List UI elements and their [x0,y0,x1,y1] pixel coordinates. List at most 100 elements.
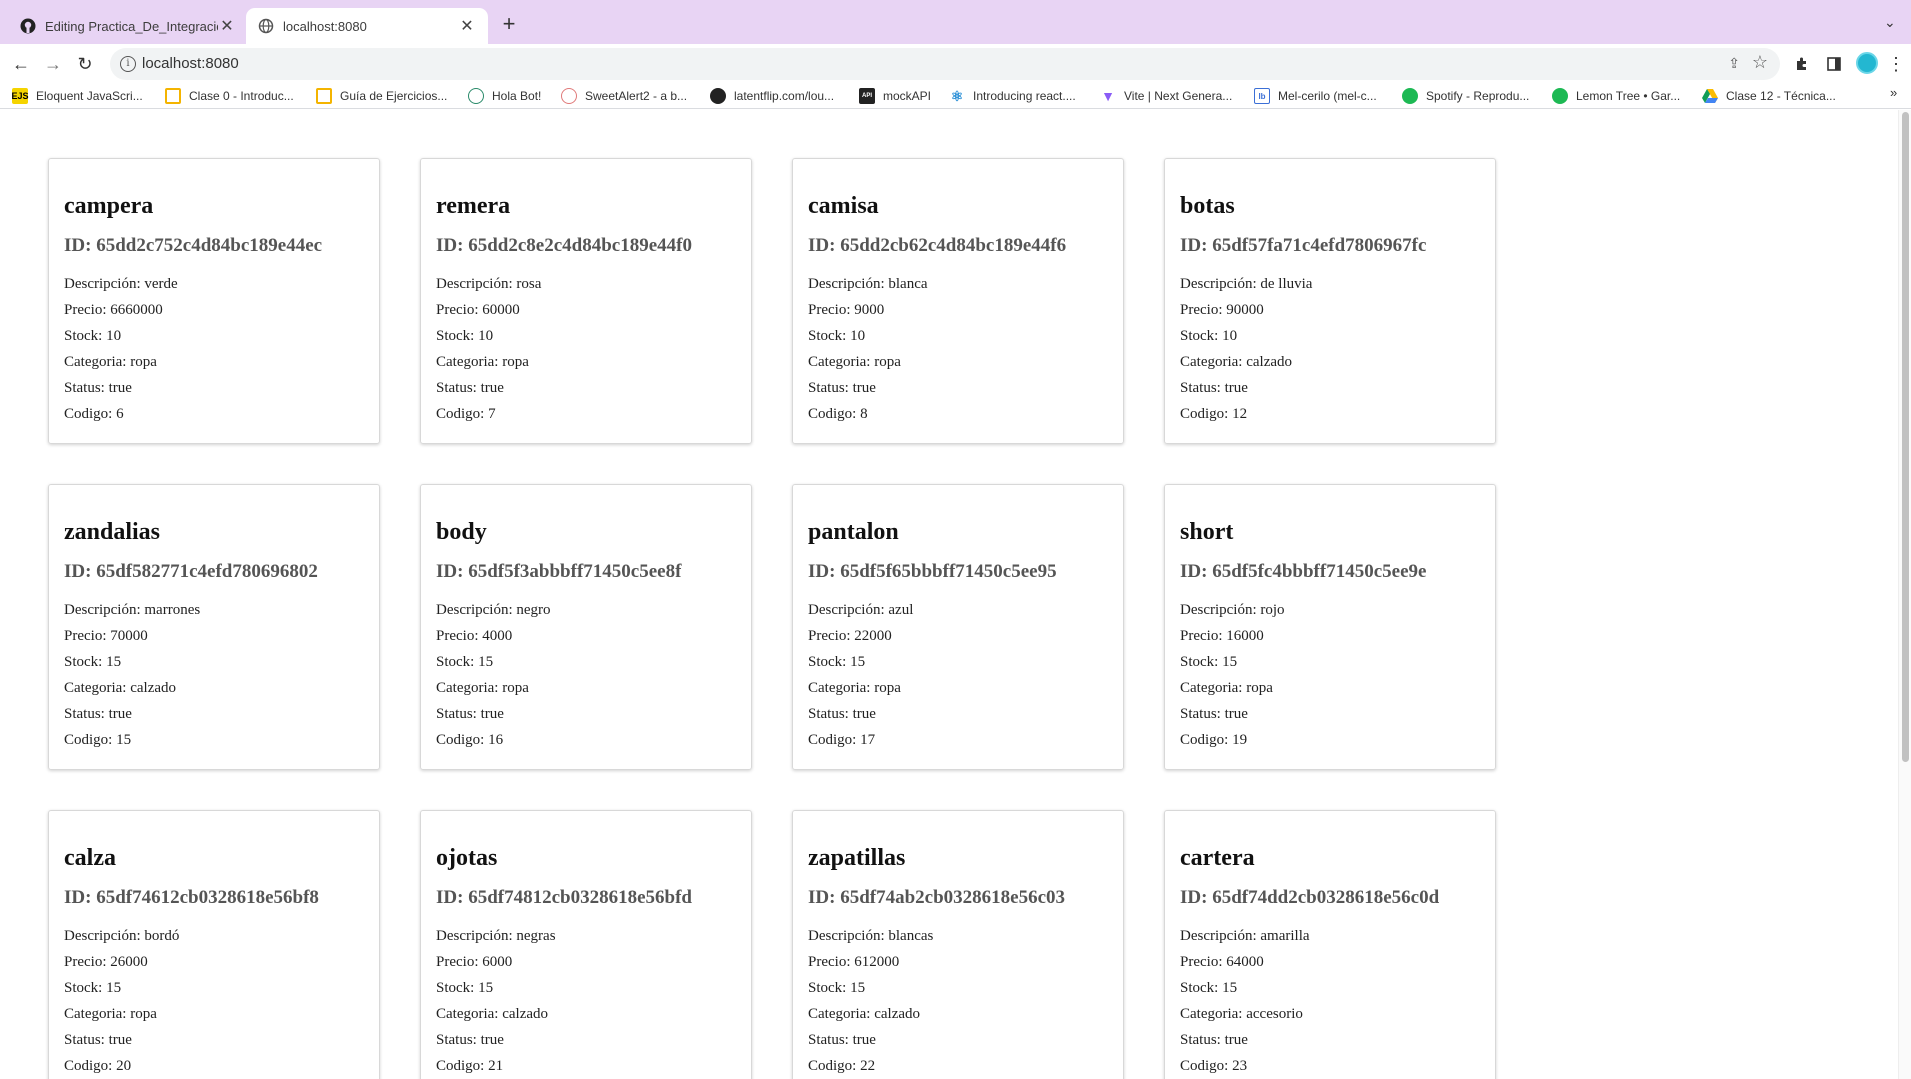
product-categoria: Categoria: calzado [64,680,177,696]
tab-localhost[interactable]: localhost:8080 ✕ [246,8,488,44]
product-status: Status: true [64,706,132,722]
bookmark-item[interactable]: API mockAPI [859,88,931,104]
chevron-down-icon[interactable]: ⌄ [1884,14,1896,31]
product-status: Status: true [436,706,504,722]
product-descripcion: Descripción: blanca [808,276,928,292]
bookmarks-overflow-icon[interactable]: » [1890,85,1897,100]
address-bar[interactable]: i localhost:8080 ⇪ ☆ [110,48,1780,80]
product-codigo: Codigo: 8 [808,406,868,422]
github-icon [20,18,36,34]
bookmark-item[interactable]: SweetAlert2 - a b... [561,88,687,104]
product-status: Status: true [64,380,132,396]
sweetalert-icon [561,88,577,104]
product-stock: Stock: 15 [808,980,866,996]
product-card: short ID: 65df5fc4bbbff71450c5ee9e Descr… [1164,484,1496,770]
product-descripcion: Descripción: amarilla [1180,928,1310,944]
product-fields: Descripción: blanca Precio: 9000 Stock: … [808,271,928,427]
side-panel-icon[interactable] [1824,54,1844,74]
back-icon[interactable]: ← [8,51,34,77]
product-codigo: Codigo: 23 [1180,1058,1248,1074]
product-card: zandalias ID: 65df582771c4efd780696802 D… [48,484,380,770]
product-name: ojotas [436,845,498,871]
product-fields: Descripción: blancas Precio: 612000 Stoc… [808,923,933,1079]
product-codigo: Codigo: 22 [808,1058,876,1074]
product-categoria: Categoria: ropa [1180,680,1273,696]
close-icon[interactable]: ✕ [458,16,476,36]
bookmark-label: latentflip.com/lou... [734,89,835,103]
product-precio: Precio: 90000 [1180,302,1264,318]
bookmark-item[interactable]: ⚛ Introducing react.... [949,88,1076,104]
product-status: Status: true [808,380,876,396]
product-fields: Descripción: verde Precio: 6660000 Stock… [64,271,178,427]
bookmark-item[interactable]: latentflip.com/lou... [710,88,834,104]
product-card: cartera ID: 65df74dd2cb0328618e56c0d Des… [1164,810,1496,1079]
product-card: ojotas ID: 65df74812cb0328618e56bfd Desc… [420,810,752,1079]
product-categoria: Categoria: ropa [436,354,529,370]
product-card: zapatillas ID: 65df74ab2cb0328618e56c03 … [792,810,1124,1079]
bookmark-item[interactable]: lb Mel-cerilo (mel-c... [1254,88,1377,104]
product-precio: Precio: 26000 [64,954,148,970]
bookmark-item[interactable]: Spotify - Reprodu... [1402,88,1529,104]
product-name: calza [64,845,116,871]
bookmark-item[interactable]: Lemon Tree • Gar... [1552,88,1680,104]
product-stock: Stock: 15 [1180,980,1238,996]
product-name: camisa [808,193,879,219]
product-stock: Stock: 15 [1180,654,1238,670]
product-codigo: Codigo: 21 [436,1058,504,1074]
tab-editing-practica[interactable]: Editing Practica_De_Integracio ✕ [8,8,248,44]
product-codigo: Codigo: 7 [436,406,496,422]
extensions-icon[interactable] [1792,54,1812,74]
product-fields: Descripción: amarilla Precio: 64000 Stoc… [1180,923,1310,1079]
product-descripcion: Descripción: azul [808,602,914,618]
product-id: ID: 65df74612cb0328618e56bf8 [64,887,319,908]
share-icon[interactable]: ⇪ [1728,55,1740,72]
product-categoria: Categoria: calzado [1180,354,1293,370]
product-precio: Precio: 6000 [436,954,513,970]
menu-icon[interactable]: ⋮ [1886,54,1906,74]
product-id: ID: 65df74dd2cb0328618e56c0d [1180,887,1440,908]
bookmark-item[interactable]: EJS Eloquent JavaScri... [12,88,143,104]
scrollbar-thumb[interactable] [1902,112,1909,762]
reload-icon[interactable]: ↻ [72,51,98,77]
bookmark-label: Introducing react.... [973,89,1076,103]
bookmarks-bar: EJS Eloquent JavaScri... Clase 0 - Intro… [0,85,1911,109]
product-card: calza ID: 65df74612cb0328618e56bf8 Descr… [48,810,380,1079]
info-icon[interactable]: i [120,56,136,72]
avatar[interactable] [1856,52,1878,74]
new-tab-button[interactable]: + [496,12,522,38]
product-stock: Stock: 15 [808,654,866,670]
product-stock: Stock: 10 [436,328,494,344]
bookmark-item[interactable]: Guía de Ejercicios... [316,88,447,104]
product-id: ID: 65df5f65bbbff71450c5ee95 [808,561,1057,582]
bot-icon [468,88,484,104]
browser-toolbar: ← → ↻ i localhost:8080 ⇪ ☆ ⋮ [0,44,1911,85]
bookmark-item[interactable]: ▼ Vite | Next Genera... [1100,88,1232,104]
product-stock: Stock: 15 [64,980,122,996]
product-id: ID: 65df5fc4bbbff71450c5ee9e [1180,561,1427,582]
product-codigo: Codigo: 16 [436,732,504,748]
vite-icon: ▼ [1101,88,1115,104]
product-status: Status: true [1180,706,1248,722]
bookmark-label: Mel-cerilo (mel-c... [1278,89,1377,103]
product-status: Status: true [808,706,876,722]
globe-icon [258,18,274,34]
folder-icon [165,88,181,104]
product-codigo: Codigo: 20 [64,1058,132,1074]
bookmark-item[interactable]: Clase 0 - Introduc... [165,88,294,104]
drive-icon [1702,88,1718,104]
product-categoria: Categoria: accesorio [1180,1006,1303,1022]
product-name: zapatillas [808,845,906,871]
product-precio: Precio: 64000 [1180,954,1264,970]
product-descripcion: Descripción: negro [436,602,551,618]
folder-icon [316,88,332,104]
product-card: campera ID: 65dd2c752c4d84bc189e44ec Des… [48,158,380,444]
bookmark-item[interactable]: Hola Bot! [468,88,541,104]
forward-icon[interactable]: → [40,51,66,77]
star-icon[interactable]: ☆ [1752,52,1768,73]
scrollbar[interactable] [1898,110,1911,1079]
close-icon[interactable]: ✕ [218,16,236,36]
product-name: campera [64,193,154,219]
bookmark-item[interactable]: Clase 12 - Técnica... [1702,88,1836,104]
product-card: pantalon ID: 65df5f65bbbff71450c5ee95 De… [792,484,1124,770]
url-text[interactable]: localhost:8080 [142,55,239,72]
